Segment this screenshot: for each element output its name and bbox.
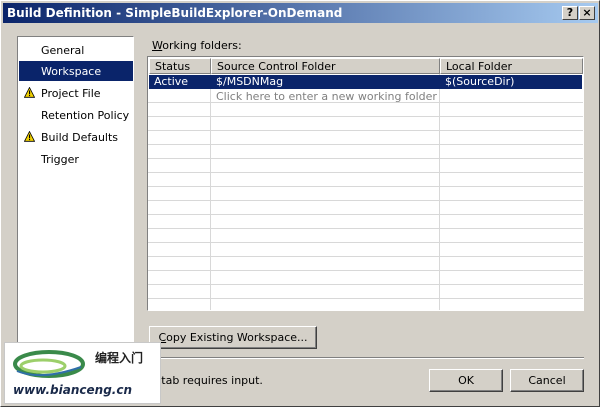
column-header-label: Local Folder	[446, 60, 512, 73]
sidebar-item-trigger[interactable]: Trigger	[19, 149, 133, 169]
cancel-button[interactable]: Cancel	[510, 369, 584, 392]
working-folders-text: orking folders:	[162, 39, 242, 52]
column-header-local-folder[interactable]: Local Folder	[440, 58, 583, 74]
footer-separator	[147, 357, 584, 359]
status-cell[interactable]: Active	[154, 75, 188, 88]
warning-icon	[24, 87, 35, 98]
sidebar-item-project-file[interactable]: Project File	[19, 83, 133, 103]
sidebar-item-label: General	[41, 44, 85, 57]
column-header-label: Source Control Folder	[217, 60, 336, 73]
sidebar-item-label: Build Defaults	[41, 131, 119, 144]
sidebar-item-label: Workspace	[41, 65, 102, 78]
table-row[interactable]: Active $/MSDNMag $(SourceDir)	[149, 75, 582, 89]
help-button[interactable]: ?	[562, 6, 578, 20]
watermark: 编程入门 www.bianceng.cn	[4, 342, 161, 404]
watermark-url: www.bianceng.cn	[13, 383, 132, 397]
column-header-label: Status	[155, 60, 191, 73]
warning-icon	[24, 131, 35, 142]
copy-button-text: opy Existing Workspace...	[166, 331, 308, 344]
working-folders-label: Working folders:	[152, 39, 242, 52]
build-definition-dialog: Build Definition - SimpleBuildExplorer-O…	[0, 0, 600, 407]
copy-existing-workspace-button[interactable]: Copy Existing Workspace...	[149, 326, 317, 349]
column-header-source-control-folder[interactable]: Source Control Folder	[211, 58, 440, 74]
validation-message: e tab requires input.	[151, 374, 263, 387]
new-working-folder-row[interactable]: Click here to enter a new working folder	[216, 90, 437, 103]
sidebar-item-retention-policy[interactable]: Retention Policy	[19, 105, 133, 125]
sidebar: General Workspace Project File Retention…	[17, 36, 134, 360]
sidebar-item-label: Project File	[41, 87, 101, 100]
watermark-chinese-text: 编程入门	[95, 351, 144, 365]
working-folders-grid[interactable]: Status Source Control Folder Local Folde…	[147, 56, 584, 311]
ok-button[interactable]: OK	[429, 369, 503, 392]
sidebar-item-label: Retention Policy	[41, 109, 130, 122]
working-folders-accel: W	[152, 39, 163, 52]
title-bar[interactable]: Build Definition - SimpleBuildExplorer-O…	[3, 3, 598, 23]
sidebar-item-workspace[interactable]: Workspace	[19, 61, 133, 81]
source-control-folder-cell[interactable]: $/MSDNMag	[216, 75, 283, 88]
watermark-logo-icon	[13, 350, 85, 378]
column-header-status[interactable]: Status	[149, 58, 211, 74]
local-folder-cell[interactable]: $(SourceDir)	[445, 75, 514, 88]
sidebar-item-general[interactable]: General	[19, 40, 133, 60]
close-button[interactable]: ×	[579, 6, 595, 20]
sidebar-item-build-defaults[interactable]: Build Defaults	[19, 127, 133, 147]
sidebar-item-label: Trigger	[41, 153, 79, 166]
window-title: Build Definition - SimpleBuildExplorer-O…	[7, 6, 343, 20]
